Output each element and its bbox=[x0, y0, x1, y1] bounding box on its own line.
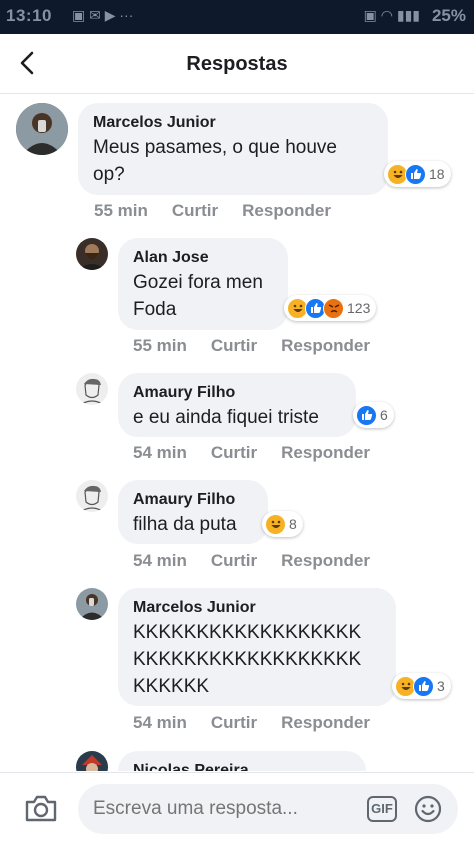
status-time: 13:10 bbox=[6, 6, 52, 25]
reaction-count: 3 bbox=[437, 678, 445, 694]
comment-bubble[interactable]: Amaury Filho e eu ainda fiquei triste bbox=[118, 373, 356, 437]
header: Respostas bbox=[0, 34, 474, 94]
comment-author[interactable]: Amaury Filho bbox=[133, 382, 342, 404]
avatar-drawing-icon bbox=[76, 373, 108, 405]
comment-author[interactable]: Marcelos Junior bbox=[133, 597, 382, 619]
reaction-summary[interactable]: 8 bbox=[262, 511, 303, 537]
signal-icons: ▣ ◠ ▮▮▮ bbox=[363, 7, 420, 23]
gif-button[interactable]: GIF bbox=[367, 796, 397, 822]
sticker-smile-icon[interactable] bbox=[414, 795, 442, 823]
comment-author[interactable]: Alan Jose bbox=[133, 247, 274, 269]
avatar-photo-icon bbox=[76, 238, 108, 270]
reaction-count: 18 bbox=[429, 166, 445, 182]
like-reaction-icon bbox=[405, 163, 426, 185]
like-link[interactable]: Curtir bbox=[211, 551, 257, 570]
comment-bubble[interactable]: Amaury Filho filha da puta bbox=[118, 480, 268, 544]
avatar[interactable] bbox=[76, 238, 108, 270]
like-link[interactable]: Curtir bbox=[172, 201, 218, 220]
reaction-summary[interactable]: 6 bbox=[353, 402, 394, 428]
avatar-photo-icon bbox=[76, 588, 108, 620]
camera-icon[interactable] bbox=[24, 793, 58, 823]
like-link[interactable]: Curtir bbox=[211, 443, 257, 462]
reaction-count: 6 bbox=[380, 407, 388, 423]
haha-reaction-icon bbox=[265, 513, 286, 535]
comment-actions: 55 min Curtir Responder bbox=[133, 336, 394, 356]
reply-link[interactable]: Responder bbox=[281, 336, 370, 355]
avatar-photo-icon bbox=[76, 751, 108, 771]
comment-bubble[interactable]: Marcelos Junior Meus pasames, o que houv… bbox=[78, 103, 388, 195]
comment-time: 54 min bbox=[133, 713, 187, 732]
reaction-summary[interactable]: 123 bbox=[284, 295, 377, 321]
avatar[interactable] bbox=[76, 751, 108, 771]
comment-text: Gozei fora men Foda bbox=[133, 272, 263, 320]
comment-bubble[interactable]: Nicolas Pereira bbox=[118, 751, 366, 771]
comment-time: 54 min bbox=[133, 443, 187, 462]
comment-time: 55 min bbox=[133, 336, 187, 355]
comment-text: e eu ainda fiquei triste bbox=[133, 407, 319, 428]
avatar[interactable] bbox=[76, 480, 108, 512]
comment-time: 54 min bbox=[133, 551, 187, 570]
reaction-count: 8 bbox=[289, 516, 297, 532]
status-bar: 13:10 ▣ ✉ ▶ ··· ▣ ◠ ▮▮▮ 25% bbox=[0, 0, 474, 34]
reply-link[interactable]: Responder bbox=[242, 201, 331, 220]
comment-time: 55 min bbox=[94, 201, 148, 220]
reply-composer: GIF bbox=[0, 772, 474, 842]
reply-link[interactable]: Responder bbox=[281, 551, 370, 570]
avatar-drawing-icon bbox=[76, 480, 108, 512]
comment-text: filha da puta bbox=[133, 514, 237, 535]
comment-actions: 54 min Curtir Responder bbox=[133, 713, 394, 733]
avatar-photo-icon bbox=[16, 103, 68, 155]
reaction-summary[interactable]: 3 bbox=[392, 673, 451, 699]
replies-thread[interactable]: Marcelos Junior Meus pasames, o que houv… bbox=[0, 95, 474, 771]
like-reaction-icon bbox=[356, 404, 377, 426]
comment-actions: 54 min Curtir Responder bbox=[133, 443, 394, 463]
page-title: Respostas bbox=[186, 53, 288, 75]
comment-bubble[interactable]: Marcelos Junior KKKKKKKKKKKKKKKKKK KKKKK… bbox=[118, 588, 396, 706]
comment-text: Meus pasames, o que houve op? bbox=[93, 137, 337, 185]
like-link[interactable]: Curtir bbox=[211, 713, 257, 732]
avatar[interactable] bbox=[76, 588, 108, 620]
reaction-count: 123 bbox=[347, 300, 371, 316]
avatar[interactable] bbox=[76, 373, 108, 405]
comment-author[interactable]: Amaury Filho bbox=[133, 489, 254, 511]
reply-link[interactable]: Responder bbox=[281, 443, 370, 462]
angry-reaction-icon bbox=[323, 297, 344, 319]
like-link[interactable]: Curtir bbox=[211, 336, 257, 355]
comment-actions: 55 min Curtir Responder bbox=[94, 201, 355, 221]
comment-text: KKKKKKKKKKKKKKKKKK KKKKKKKKKKKKKKKKKK KK… bbox=[133, 622, 362, 697]
comment-author[interactable]: Marcelos Junior bbox=[93, 112, 374, 134]
comment-author[interactable]: Nicolas Pereira bbox=[133, 760, 352, 771]
reply-link[interactable]: Responder bbox=[281, 713, 370, 732]
like-reaction-icon bbox=[413, 675, 434, 697]
reply-input[interactable] bbox=[78, 784, 458, 834]
notification-icons: ▣ ✉ ▶ ··· bbox=[72, 7, 134, 23]
reaction-summary[interactable]: 18 bbox=[384, 161, 451, 187]
comment-bubble[interactable]: Alan Jose Gozei fora men Foda bbox=[118, 238, 288, 330]
comment-actions: 54 min Curtir Responder bbox=[133, 551, 394, 571]
battery-level: 25% bbox=[431, 6, 466, 25]
avatar[interactable] bbox=[16, 103, 68, 155]
